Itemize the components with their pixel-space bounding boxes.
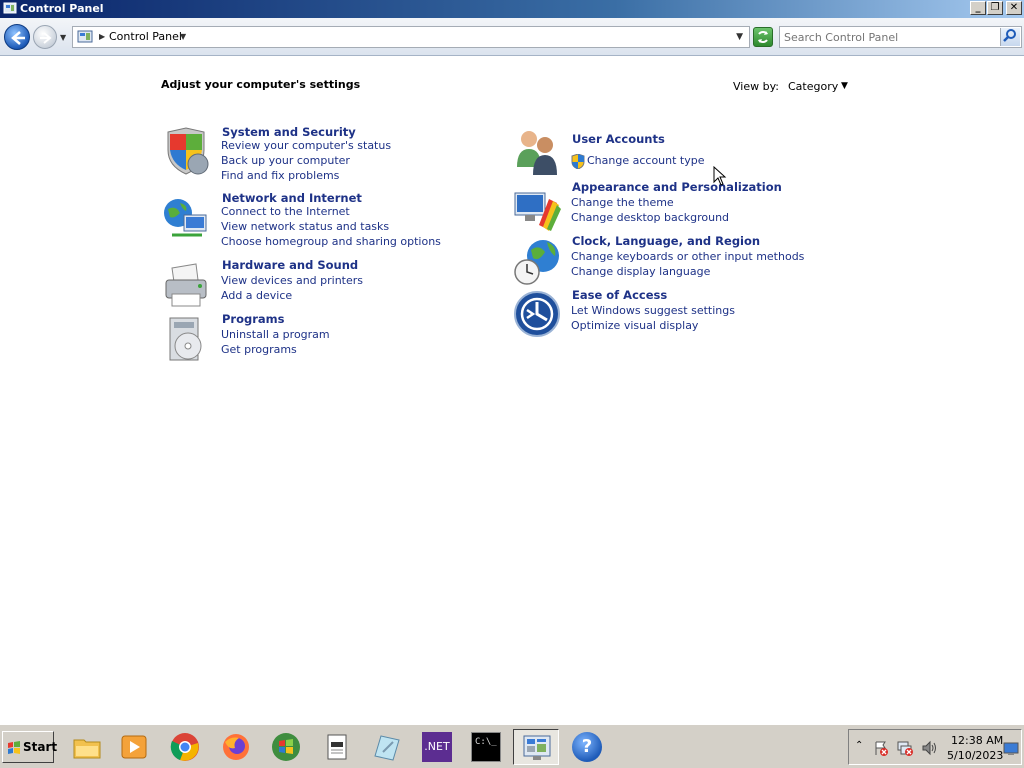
control-panel-icon [77, 30, 93, 43]
action-center-flag-icon[interactable] [873, 740, 889, 756]
taskbar-firefox[interactable] [213, 729, 259, 765]
breadcrumb-dropdown-icon[interactable]: ▼ [180, 32, 186, 41]
control-panel-icon [3, 2, 17, 14]
ease-of-access-icon[interactable] [513, 290, 563, 340]
address-field[interactable]: ▶ Control Panel ▼ ▼ [72, 26, 750, 48]
link-uninstall-program[interactable]: Uninstall a program [221, 328, 330, 341]
taskbar-windows[interactable] [263, 729, 309, 765]
notepad-icon [327, 734, 347, 760]
firefox-icon [223, 734, 249, 760]
link-network-status[interactable]: View network status and tasks [221, 220, 389, 233]
start-label: Start [23, 740, 58, 754]
navigation-bar: ▼ ▶ Control Panel ▼ ▼ [0, 18, 1024, 56]
maximize-button[interactable]: ❐ [987, 1, 1003, 15]
link-display-language[interactable]: Change display language [571, 265, 710, 278]
recent-pages-dropdown-icon[interactable]: ▼ [60, 33, 66, 42]
volume-icon[interactable] [921, 740, 937, 756]
media-player-icon [121, 735, 147, 759]
category-clock-language-region[interactable]: Clock, Language, and Region [572, 234, 760, 248]
link-homegroup-sharing[interactable]: Choose homegroup and sharing options [221, 235, 441, 248]
page-title: Adjust your computer's settings [161, 78, 361, 91]
network-disconnected-icon[interactable] [897, 740, 913, 756]
network-globe-icon[interactable] [162, 195, 212, 245]
refresh-icon [758, 31, 768, 43]
link-change-theme[interactable]: Change the theme [571, 196, 674, 209]
link-desktop-background[interactable]: Change desktop background [571, 211, 729, 224]
taskbar-help[interactable]: ? [564, 729, 610, 765]
clock-time[interactable]: 12:38 AM [951, 734, 1003, 747]
system-tray: ⌃ 12:38 AM 5/10/2023 [848, 729, 1022, 765]
title-bar: Control Panel _ ❐ ✕ [0, 0, 1024, 18]
taskbar-notepad[interactable] [314, 729, 360, 765]
category-appearance-personalization[interactable]: Appearance and Personalization [572, 180, 782, 194]
uac-shield-icon [571, 154, 585, 169]
users-icon[interactable] [513, 127, 563, 177]
link-devices-printers[interactable]: View devices and printers [221, 274, 363, 287]
windows-flag-icon [8, 741, 20, 754]
address-history-dropdown-icon[interactable]: ▼ [736, 32, 743, 42]
breadcrumb-separator-icon[interactable]: ▶ [99, 32, 105, 41]
link-optimize-visual-display[interactable]: Optimize visual display [571, 319, 698, 332]
programs-icon[interactable] [162, 314, 212, 364]
clock-globe-icon[interactable] [513, 236, 563, 286]
chevron-down-icon[interactable]: ▼ [841, 81, 848, 91]
taskbar-control-panel[interactable] [513, 729, 559, 765]
category-programs[interactable]: Programs [222, 312, 285, 326]
taskbar-command-prompt[interactable]: C:\_ [463, 729, 509, 765]
taskbar-dotnet[interactable]: .NET [414, 729, 460, 765]
back-button[interactable] [4, 24, 30, 50]
link-change-keyboards[interactable]: Change keyboards or other input methods [571, 250, 804, 263]
refresh-button[interactable] [753, 27, 773, 47]
link-add-device[interactable]: Add a device [221, 289, 292, 302]
help-icon: ? [572, 732, 602, 762]
control-panel-icon [523, 735, 551, 760]
printer-icon[interactable] [162, 260, 212, 310]
link-back-up[interactable]: Back up your computer [221, 154, 350, 167]
taskbar-file-explorer[interactable] [64, 729, 110, 765]
dotnet-icon: .NET [422, 732, 452, 762]
link-find-fix-problems[interactable]: Find and fix problems [221, 169, 339, 182]
category-user-accounts[interactable]: User Accounts [572, 132, 665, 146]
file-explorer-icon [73, 739, 101, 759]
search-input[interactable] [784, 29, 996, 45]
link-connect-internet[interactable]: Connect to the Internet [221, 205, 350, 218]
taskbar-media-player[interactable] [111, 729, 157, 765]
forward-arrow-icon [40, 32, 52, 44]
monitor-palette-icon[interactable] [513, 185, 563, 235]
search-box [779, 26, 1022, 48]
link-review-status[interactable]: Review your computer's status [221, 139, 391, 152]
start-button[interactable]: Start [2, 731, 58, 763]
forward-button[interactable] [33, 25, 57, 49]
windows-icon [272, 733, 300, 761]
search-button[interactable] [1000, 28, 1020, 46]
chrome-icon [170, 733, 199, 761]
cmd-icon: C:\_ [471, 732, 501, 762]
breadcrumb-control-panel[interactable]: Control Panel [109, 30, 182, 43]
taskbar-chrome[interactable] [162, 729, 208, 765]
shield-icon[interactable] [162, 126, 212, 176]
mouse-cursor-icon [713, 166, 727, 186]
view-by-dropdown[interactable]: Category [788, 80, 838, 93]
show-desktop-icon[interactable] [1003, 742, 1019, 756]
paint-icon [374, 735, 400, 761]
link-windows-suggest-settings[interactable]: Let Windows suggest settings [571, 304, 735, 317]
category-network-and-internet[interactable]: Network and Internet [222, 191, 362, 205]
back-arrow-icon [11, 31, 25, 45]
show-hidden-icons-icon[interactable]: ⌃ [855, 740, 863, 751]
category-hardware-and-sound[interactable]: Hardware and Sound [222, 258, 358, 272]
category-ease-of-access[interactable]: Ease of Access [572, 288, 667, 302]
window-title: Control Panel [20, 2, 104, 15]
view-by-label: View by: [733, 80, 779, 93]
clock-date[interactable]: 5/10/2023 [947, 749, 1003, 762]
minimize-button[interactable]: _ [970, 1, 986, 15]
taskbar: Start .NET C:\_ ? ⌃ 12:38 AM 5/10/2023 [0, 724, 1024, 768]
link-get-programs[interactable]: Get programs [221, 343, 297, 356]
taskbar-paint[interactable] [363, 729, 409, 765]
link-change-account-type[interactable]: Change account type [587, 154, 705, 167]
search-icon [1003, 29, 1016, 42]
category-system-and-security[interactable]: System and Security [222, 125, 356, 139]
close-button[interactable]: ✕ [1006, 1, 1022, 15]
